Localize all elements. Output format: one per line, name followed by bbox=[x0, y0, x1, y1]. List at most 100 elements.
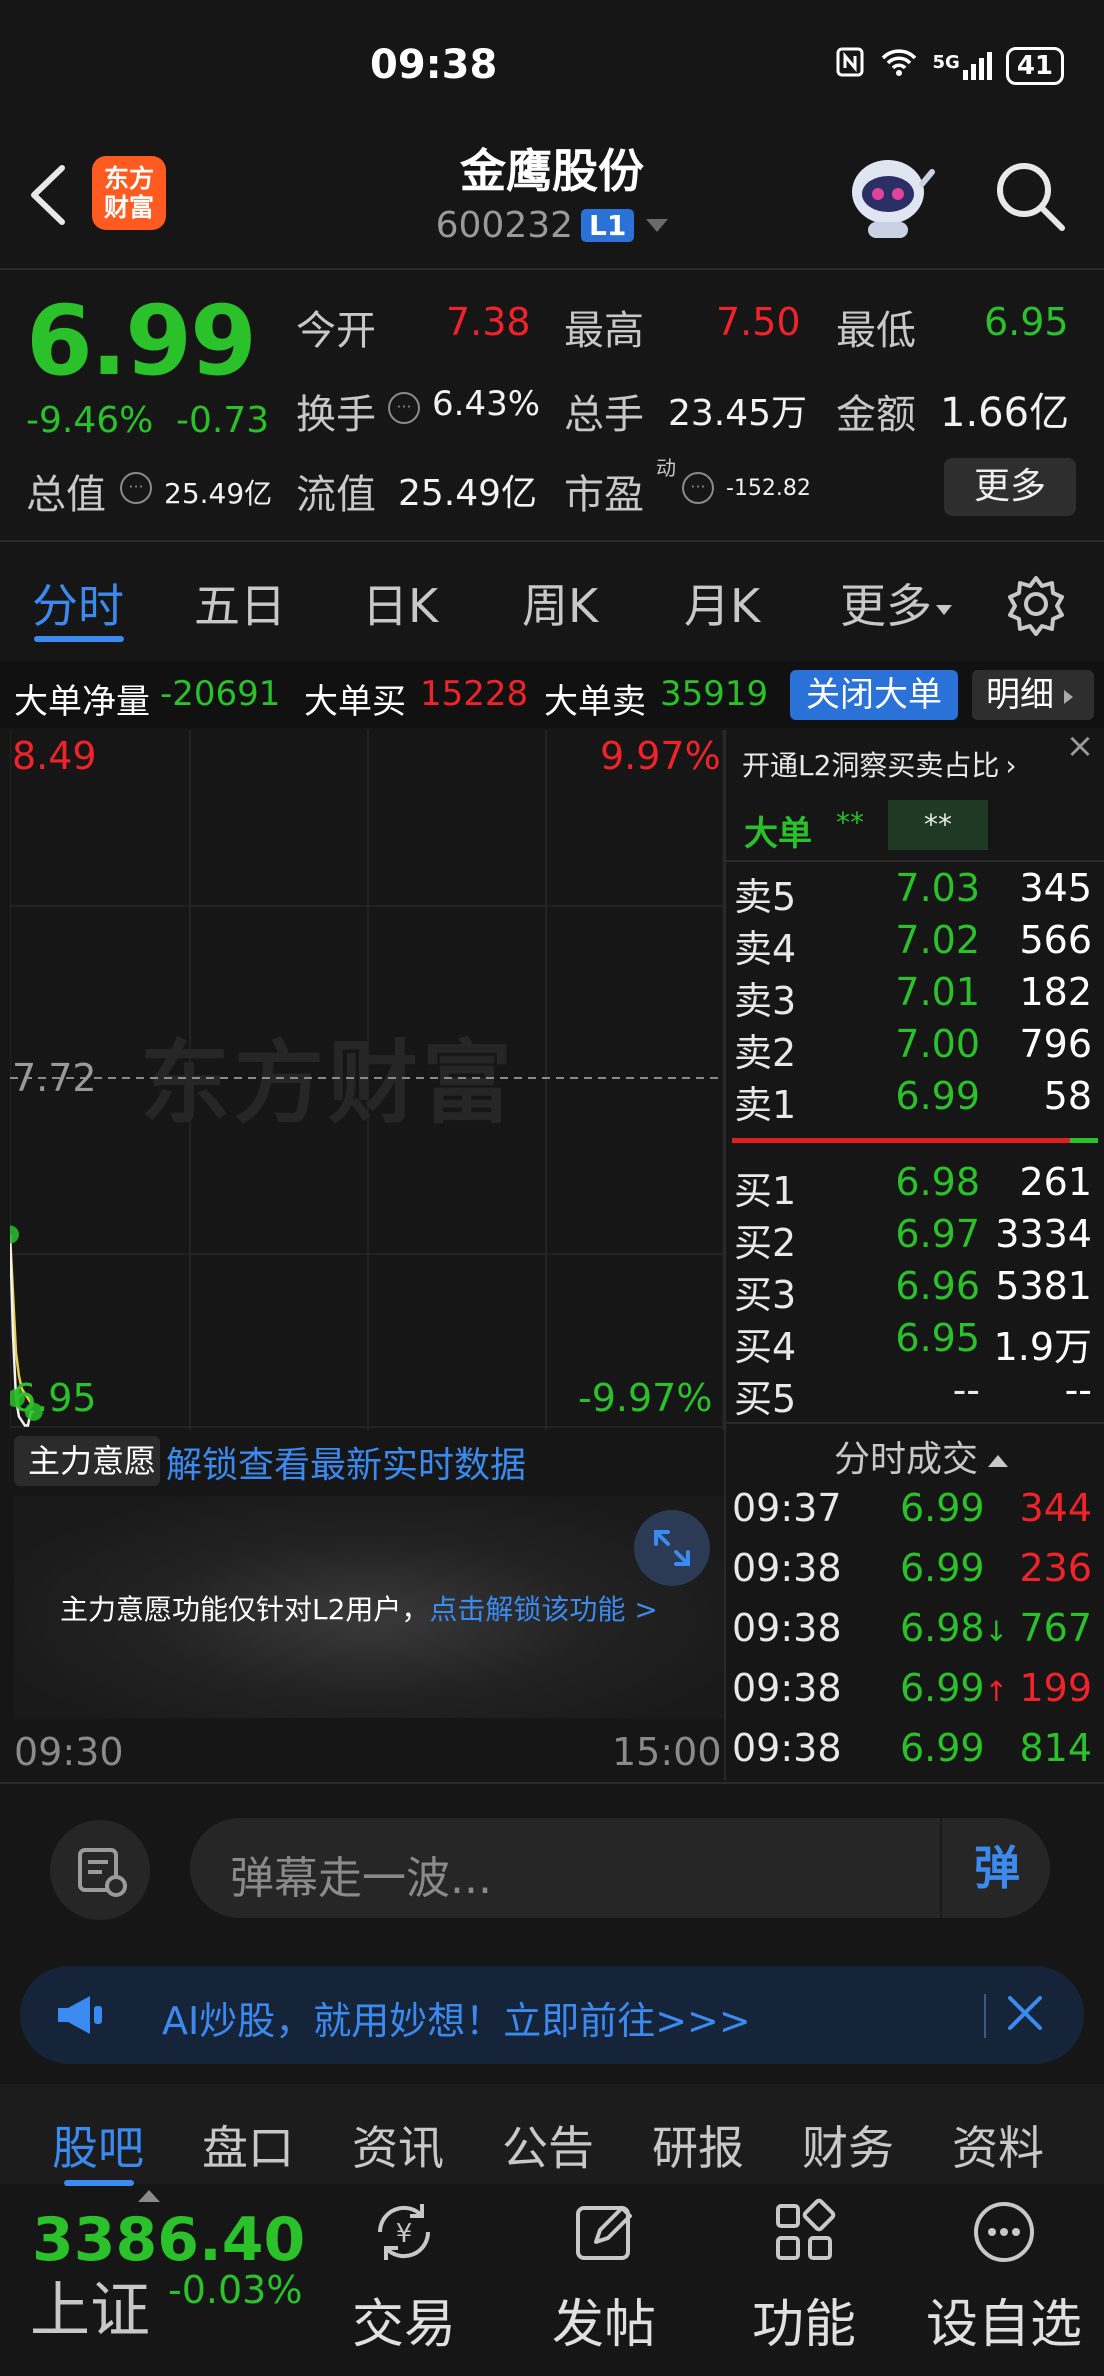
change-percent: -9.46% bbox=[26, 400, 154, 441]
tab-intraday[interactable]: 分时 bbox=[32, 570, 124, 636]
tab-profile[interactable]: 资料 bbox=[952, 2112, 1044, 2178]
tick-direction: ↑ bbox=[984, 1675, 1009, 1708]
bid-row-4[interactable]: 买4 6.95 1.9万 bbox=[732, 1316, 1098, 1369]
expand-button[interactable] bbox=[634, 1510, 710, 1586]
change-amount: -0.73 bbox=[176, 400, 270, 441]
bid-row-3[interactable]: 买3 6.96 5381 bbox=[732, 1264, 1098, 1317]
ask-row-5[interactable]: 卖5 7.03 345 bbox=[732, 866, 1098, 919]
unlock-feature-link[interactable]: 点击解锁该功能 > bbox=[429, 1593, 657, 1626]
ticks-title: 分时成交 bbox=[834, 1439, 979, 1480]
bid-row-5[interactable]: 买5 -- -- bbox=[732, 1368, 1098, 1421]
ticks-divider bbox=[726, 1422, 1104, 1424]
tab-announcements[interactable]: 公告 bbox=[502, 2112, 594, 2178]
time-axis-start: 09:30 bbox=[14, 1730, 124, 1774]
ask-volume: 796 bbox=[1019, 1022, 1092, 1066]
more-quote-button[interactable]: 更多 bbox=[944, 458, 1076, 516]
trade-label: 交易 bbox=[351, 2295, 456, 2355]
robot-assistant-icon[interactable] bbox=[838, 144, 938, 244]
intraday-chart[interactable] bbox=[10, 730, 724, 1430]
tick-price: 6.99 bbox=[900, 1486, 985, 1530]
chart-settings-button[interactable] bbox=[1004, 572, 1068, 636]
pe-info-icon[interactable]: ··· bbox=[682, 472, 714, 504]
status-clock: 09:38 bbox=[370, 42, 498, 88]
functions-button[interactable]: 功能 bbox=[724, 2196, 884, 2357]
tab-five-day[interactable]: 五日 bbox=[194, 570, 286, 636]
bid-volume: -- bbox=[1064, 1368, 1092, 1412]
tab-news[interactable]: 资讯 bbox=[352, 2112, 444, 2178]
turnover-value: 6.43% bbox=[432, 384, 541, 424]
tick-time: 09:38 bbox=[732, 1606, 842, 1650]
stock-code-row[interactable]: 600232 L1 bbox=[0, 205, 1104, 246]
danmaku-send-button[interactable]: 弹 bbox=[940, 1818, 1052, 1918]
ask-row-3[interactable]: 卖3 7.01 182 bbox=[732, 970, 1098, 1023]
current-price: 6.99 bbox=[26, 285, 257, 397]
danmaku-settings-icon bbox=[78, 1848, 127, 1897]
high-value: 7.50 bbox=[716, 300, 801, 344]
ask-label: 卖4 bbox=[734, 927, 797, 971]
tick-row: 09:38 6.99 236 bbox=[732, 1546, 1098, 1602]
quote-divider bbox=[0, 540, 1104, 542]
cellular-icon: 5G bbox=[932, 51, 992, 80]
network-type: 5G bbox=[932, 51, 960, 73]
stock-name: 金鹰股份 bbox=[460, 144, 644, 198]
turnover-label: 换手 bbox=[296, 392, 376, 438]
ask-price: 7.01 bbox=[895, 970, 980, 1014]
tab-forum[interactable]: 股吧 bbox=[52, 2112, 144, 2178]
tab-weekly-k[interactable]: 周K bbox=[522, 570, 598, 636]
detail-button[interactable]: 明细 bbox=[972, 670, 1094, 720]
svg-text:¥: ¥ bbox=[396, 2219, 413, 2249]
big-net-value: -20691 bbox=[160, 674, 281, 714]
tab-more[interactable]: 更多 bbox=[840, 570, 952, 636]
tab-more-label: 更多 bbox=[840, 579, 932, 633]
market-cap-info-icon[interactable]: ··· bbox=[120, 472, 152, 504]
panel-divider bbox=[724, 730, 726, 1780]
bid-price: 6.95 bbox=[895, 1316, 980, 1360]
battery-indicator: 41 bbox=[1005, 46, 1064, 85]
tab-monthly-k[interactable]: 月K bbox=[684, 570, 760, 636]
open-value: 7.38 bbox=[446, 300, 531, 344]
ask-price: 7.03 bbox=[895, 866, 980, 910]
tab-daily-k[interactable]: 日K bbox=[362, 570, 438, 636]
index-name[interactable]: 上证 bbox=[30, 2262, 150, 2349]
tick-price: 6.99 bbox=[900, 1546, 985, 1590]
tick-volume: 236 bbox=[1019, 1546, 1092, 1590]
level-badge: L1 bbox=[581, 209, 635, 242]
trade-button[interactable]: ¥ 交易 bbox=[324, 2196, 484, 2357]
bid-label: 买3 bbox=[734, 1273, 797, 1317]
ask-row-4[interactable]: 卖4 7.02 566 bbox=[732, 918, 1098, 971]
amount-label: 金额 bbox=[836, 392, 916, 438]
turnover-info-icon[interactable]: ··· bbox=[388, 392, 420, 424]
bid-row-1[interactable]: 买1 6.98 261 bbox=[732, 1160, 1098, 1213]
banner-close-button[interactable] bbox=[1000, 1988, 1050, 2038]
banner-separator bbox=[984, 1994, 986, 2038]
main-force-notice: 主力意愿功能仅针对L2用户，点击解锁该功能 > bbox=[60, 1588, 658, 1628]
header-divider bbox=[0, 268, 1104, 270]
tab-order-book[interactable]: 盘口 bbox=[202, 2112, 294, 2178]
ticks-header[interactable]: 分时成交 bbox=[834, 1430, 1009, 1482]
ask-row-1[interactable]: 卖1 6.99 58 bbox=[732, 1074, 1098, 1127]
close-icon[interactable]: × bbox=[1062, 728, 1098, 764]
post-button[interactable]: 发帖 bbox=[524, 2196, 684, 2357]
chart-bottom-divider bbox=[0, 1782, 1104, 1784]
big-buy-value: 15228 bbox=[420, 674, 529, 714]
tab-finance[interactable]: 财务 bbox=[802, 2112, 894, 2178]
time-axis-end: 15:00 bbox=[612, 1730, 722, 1774]
bid-row-2[interactable]: 买2 6.97 3334 bbox=[732, 1212, 1098, 1265]
ask-row-2[interactable]: 卖2 7.00 796 bbox=[732, 1022, 1098, 1075]
danmaku-settings-button[interactable] bbox=[50, 1820, 150, 1920]
price-point bbox=[10, 1225, 19, 1244]
tick-time: 09:38 bbox=[732, 1666, 842, 1710]
chart-top-pct: 9.97% bbox=[600, 734, 721, 778]
bid-volume: 5381 bbox=[995, 1264, 1092, 1308]
l2-insight-link[interactable]: 开通L2洞察买卖占比 › bbox=[742, 744, 1017, 784]
close-big-orders-button[interactable]: 关闭大单 bbox=[790, 670, 958, 720]
caret-up-icon bbox=[988, 1455, 1009, 1467]
chevron-right-icon: › bbox=[1005, 749, 1017, 782]
megaphone-icon bbox=[54, 1992, 106, 2042]
search-button[interactable] bbox=[990, 156, 1070, 236]
bid-label: 买4 bbox=[734, 1325, 797, 1369]
main-force-select[interactable]: 主力意愿 bbox=[14, 1436, 160, 1518]
add-watchlist-button[interactable]: 设自选 bbox=[924, 2196, 1084, 2357]
tab-research[interactable]: 研报 bbox=[652, 2112, 744, 2178]
unlock-realtime-link[interactable]: 解锁查看最新实时数据 bbox=[166, 1436, 526, 1488]
